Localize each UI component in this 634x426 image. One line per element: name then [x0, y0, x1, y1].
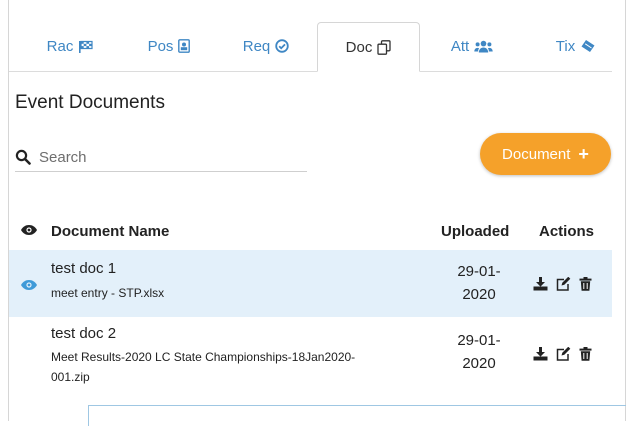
- row-actions: [533, 277, 592, 291]
- check-circle-icon: [275, 39, 289, 53]
- trash-icon[interactable]: [579, 347, 592, 361]
- tab-doc[interactable]: Doc: [317, 22, 420, 72]
- tab-bar: Rac Pos Req Doc Att Tix: [9, 20, 625, 72]
- tab-pos-label: Pos: [147, 37, 174, 55]
- document-filename: meet entry - STP.xlsx: [51, 286, 165, 300]
- tab-pos[interactable]: Pos: [124, 24, 214, 68]
- document-name: test doc 1: [51, 260, 117, 277]
- document-name: test doc 2: [51, 325, 117, 342]
- trash-icon[interactable]: [579, 277, 592, 291]
- id-badge-icon: [178, 39, 191, 53]
- bottom-panel-edge: [88, 405, 626, 426]
- ticket-icon: [580, 39, 596, 53]
- eye-icon: [20, 223, 38, 240]
- edit-icon[interactable]: [556, 347, 571, 361]
- tab-tix[interactable]: Tix: [531, 24, 621, 68]
- table-header: Document Name Uploaded Actions: [9, 213, 612, 249]
- tab-tix-label: Tix: [555, 37, 576, 55]
- plus-icon: +: [578, 144, 589, 164]
- copy-icon: [377, 39, 391, 55]
- uploaded-date: 29-01- 2020: [449, 329, 509, 375]
- flag-checkered-icon: [78, 40, 93, 53]
- table-row[interactable]: test doc 2 Meet Results-2020 LC State Ch…: [9, 317, 612, 395]
- uploaded-date-line2: 2020: [462, 355, 496, 372]
- download-icon[interactable]: [533, 347, 548, 361]
- document-filename-line1: Meet Results-2020 LC State Championships…: [51, 350, 356, 364]
- panel-right-border: [625, 0, 626, 421]
- users-icon: [474, 40, 493, 53]
- uploaded-date-line1: 29-01-: [457, 263, 501, 280]
- document-filename-line2: 001.zip: [51, 370, 90, 384]
- uploaded-date-line2: 2020: [462, 286, 496, 303]
- tab-doc-label: Doc: [345, 38, 373, 56]
- tab-req[interactable]: Req: [221, 24, 311, 68]
- tab-rac[interactable]: Rac: [25, 24, 115, 68]
- row-actions: [533, 347, 592, 361]
- search-field[interactable]: [15, 143, 307, 172]
- tab-req-label: Req: [242, 37, 271, 55]
- tab-att[interactable]: Att: [427, 24, 517, 68]
- column-uploaded[interactable]: Uploaded: [441, 223, 509, 240]
- tab-att-label: Att: [450, 37, 470, 55]
- search-icon: [15, 149, 31, 165]
- eye-icon[interactable]: [20, 278, 38, 296]
- table-row[interactable]: test doc 1 meet entry - STP.xlsx 29-01- …: [9, 250, 612, 317]
- add-document-label: Document: [502, 145, 571, 163]
- uploaded-date-line1: 29-01-: [457, 332, 501, 349]
- uploaded-date: 29-01- 2020: [449, 260, 509, 306]
- download-icon[interactable]: [533, 277, 548, 291]
- edit-icon[interactable]: [556, 277, 571, 291]
- tab-rac-label: Rac: [46, 37, 74, 55]
- search-input[interactable]: [39, 148, 289, 166]
- tab-bar-divider: [9, 71, 612, 72]
- column-document-name[interactable]: Document Name: [51, 223, 169, 240]
- add-document-button[interactable]: Document +: [480, 133, 611, 175]
- document-filename: Meet Results-2020 LC State Championships…: [51, 347, 411, 387]
- column-actions: Actions: [539, 223, 595, 240]
- page-title: Event Documents: [15, 92, 165, 113]
